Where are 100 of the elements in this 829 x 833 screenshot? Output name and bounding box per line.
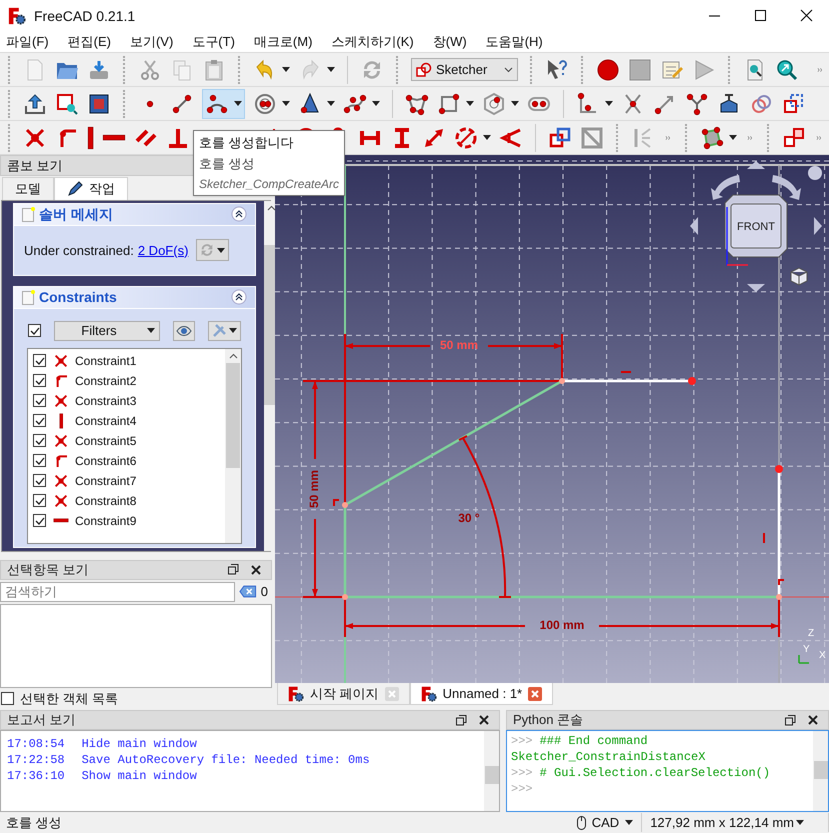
radius-icon[interactable] xyxy=(454,126,478,150)
magnifier-icon[interactable] xyxy=(775,58,799,82)
checkbox[interactable] xyxy=(33,454,46,468)
update-button[interactable] xyxy=(196,239,230,262)
checkbox[interactable] xyxy=(33,494,46,508)
navigation-cube[interactable] xyxy=(724,194,788,258)
rotate-counterclockwise-icon[interactable] xyxy=(711,175,740,200)
document-tab[interactable]: 시작 페이지 xyxy=(277,683,410,705)
caret-icon[interactable] xyxy=(147,328,155,334)
checkbox[interactable] xyxy=(28,324,41,338)
collapse-icon[interactable] xyxy=(231,206,247,222)
visibility-button[interactable] xyxy=(173,320,195,341)
menu-item[interactable]: 보기(V) xyxy=(130,32,174,52)
split-icon[interactable] xyxy=(685,92,709,116)
document-tab[interactable]: Unnamed : 1* xyxy=(410,683,554,705)
angle-icon[interactable] xyxy=(499,126,524,150)
corner-constraint-icon[interactable] xyxy=(778,579,784,585)
clear-icon[interactable] xyxy=(239,585,257,598)
scrollbar[interactable] xyxy=(484,731,499,811)
caret-icon[interactable] xyxy=(282,67,290,72)
float-icon[interactable] xyxy=(228,564,239,576)
vertex[interactable] xyxy=(559,378,565,384)
view-sketch-icon[interactable] xyxy=(55,92,79,116)
circle-icon[interactable] xyxy=(253,92,277,116)
constraint-row[interactable]: Constraint3 xyxy=(32,390,225,411)
float-icon[interactable] xyxy=(785,714,796,726)
menu-item[interactable]: 편집(E) xyxy=(68,32,111,52)
horizontal-bar-icon[interactable] xyxy=(102,134,126,142)
checkbox[interactable] xyxy=(33,374,46,388)
rotate-clockwise-icon[interactable] xyxy=(772,175,801,200)
workbench-dropdown[interactable]: Sketcher xyxy=(411,58,518,81)
caret-icon[interactable] xyxy=(234,101,242,106)
filter-dropdown[interactable]: Filters xyxy=(54,320,160,341)
export-icon[interactable] xyxy=(23,92,47,116)
caret-icon[interactable] xyxy=(372,101,380,106)
menu-item[interactable]: 도움말(H) xyxy=(486,32,543,52)
stop-icon[interactable] xyxy=(628,58,652,82)
rotate-up-icon[interactable] xyxy=(747,161,765,169)
caret-icon[interactable] xyxy=(217,248,226,253)
constraint-row[interactable]: Constraint5 xyxy=(32,430,225,451)
checkbox[interactable] xyxy=(33,354,46,368)
close-icon[interactable] xyxy=(479,715,489,725)
checkbox[interactable] xyxy=(33,434,46,448)
menu-item[interactable]: 도구(T) xyxy=(192,32,235,52)
menu-item[interactable]: 스케치하기(K) xyxy=(331,32,414,52)
rectangle-icon[interactable] xyxy=(437,92,461,116)
search-field[interactable]: 검색하기 xyxy=(0,582,236,602)
caret-icon[interactable] xyxy=(511,101,519,106)
caret-icon[interactable] xyxy=(796,820,804,825)
section-view-icon[interactable] xyxy=(87,92,111,116)
menu-item[interactable]: 매크로(M) xyxy=(254,32,312,52)
scrollbar[interactable] xyxy=(813,731,828,811)
constraint-row[interactable]: Constraint4 xyxy=(32,410,225,431)
constraint-row[interactable]: Constraint9 xyxy=(32,510,225,531)
constraint-row[interactable]: Constraint8 xyxy=(32,490,225,511)
caret-icon[interactable] xyxy=(327,101,335,106)
dashed-square-icon[interactable] xyxy=(781,92,805,116)
collapse-icon[interactable] xyxy=(231,289,247,306)
quad-icon[interactable] xyxy=(700,126,724,150)
checkbox[interactable] xyxy=(1,692,14,706)
vertical-bar-icon[interactable] xyxy=(87,126,94,150)
record-icon[interactable] xyxy=(596,58,620,82)
caret-icon[interactable] xyxy=(729,135,738,140)
menu-item[interactable]: 창(W) xyxy=(432,32,467,52)
menu-item[interactable]: 파일(F) xyxy=(6,32,49,52)
cube-icon[interactable] xyxy=(790,267,808,286)
checkbox[interactable] xyxy=(33,514,46,528)
overlapping-squares-icon[interactable] xyxy=(548,126,572,150)
caret-icon[interactable] xyxy=(466,101,474,106)
panel-tab[interactable]: 모델 xyxy=(2,176,54,200)
checkbox[interactable] xyxy=(33,414,46,428)
clone-icon[interactable] xyxy=(782,126,806,150)
panel-tab[interactable]: 작업 xyxy=(54,176,128,200)
settings-button[interactable] xyxy=(208,320,241,341)
dof-link[interactable]: 2 DoF(s) xyxy=(138,240,188,260)
constraint-row[interactable]: Constraint6 xyxy=(32,450,225,471)
rotate-left-icon[interactable] xyxy=(690,217,698,235)
caret-icon[interactable] xyxy=(282,101,290,106)
caret-icon[interactable] xyxy=(625,820,634,825)
caret-icon[interactable] xyxy=(483,135,492,140)
constraint-row[interactable]: Constraint7 xyxy=(32,470,225,491)
close-icon[interactable] xyxy=(808,715,818,725)
constraint-row[interactable]: Constraint1 xyxy=(32,350,225,371)
navigation-style-button[interactable]: CAD xyxy=(576,812,642,832)
angle-arc[interactable] xyxy=(458,435,512,598)
checkbox[interactable] xyxy=(33,474,46,488)
rotate-down-icon[interactable] xyxy=(747,284,765,292)
caret-icon[interactable] xyxy=(229,328,237,334)
caret-icon[interactable] xyxy=(327,67,335,72)
close-icon[interactable] xyxy=(251,564,261,575)
hexagon-icon[interactable] xyxy=(482,92,506,116)
constraint-row[interactable]: Constraint2 xyxy=(32,370,225,391)
dimension-readout[interactable]: 127,92 mm x 122,14 mm xyxy=(642,812,829,832)
float-icon[interactable] xyxy=(456,714,467,726)
arc-tool-button[interactable] xyxy=(202,88,245,118)
rotate-right-icon[interactable] xyxy=(814,217,822,235)
checkbox[interactable] xyxy=(33,394,46,408)
caret-icon[interactable] xyxy=(605,101,613,106)
whats-this-icon[interactable] xyxy=(545,58,569,82)
scrollbar[interactable] xyxy=(225,348,241,543)
